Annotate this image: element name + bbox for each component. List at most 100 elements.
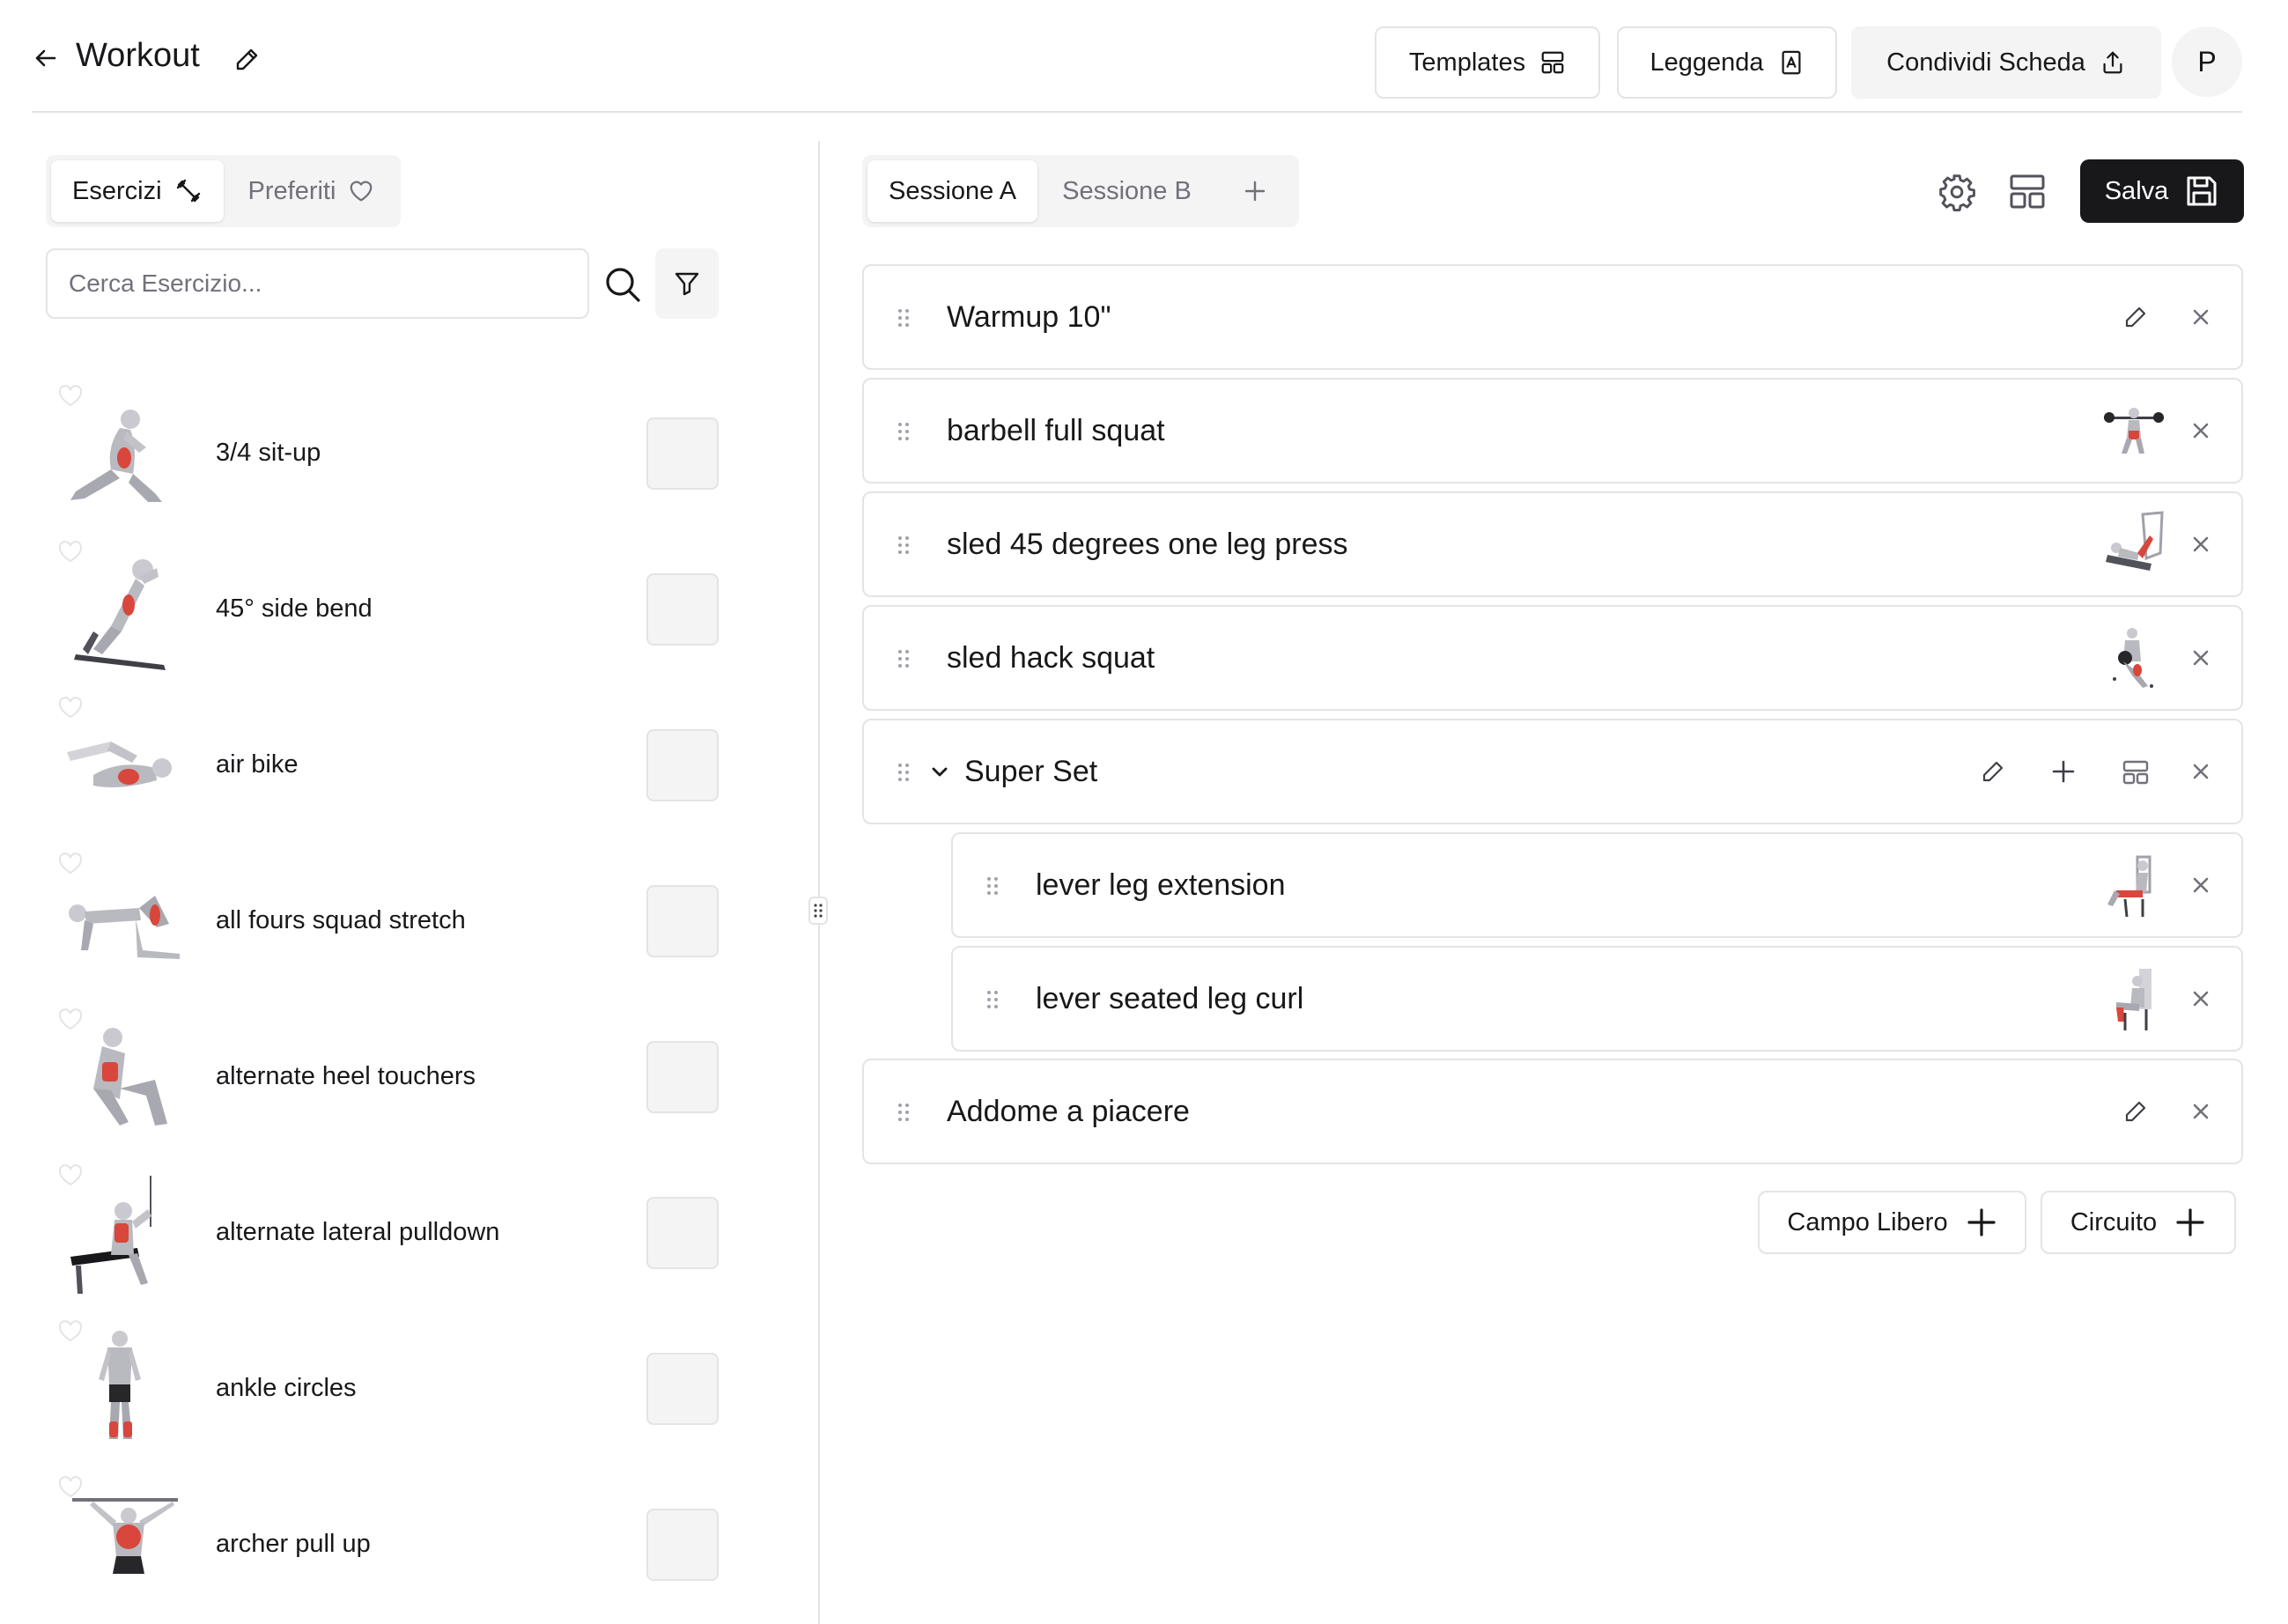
drag-handle-icon[interactable] <box>986 990 999 1009</box>
edit-title-pencil-icon[interactable] <box>232 46 261 74</box>
layout-template-icon[interactable] <box>2122 759 2150 786</box>
exercise-list-item[interactable]: air bike <box>46 687 724 843</box>
select-checkbox[interactable] <box>646 885 719 957</box>
chevron-down-icon[interactable] <box>929 761 950 782</box>
select-checkbox[interactable] <box>646 1041 719 1113</box>
heart-icon <box>348 178 374 204</box>
remove-close-icon[interactable] <box>2190 420 2211 441</box>
edit-pencil-icon[interactable] <box>2123 305 2148 329</box>
drag-handle-icon[interactable] <box>897 422 910 441</box>
session-item-exercise[interactable]: sled hack squat <box>862 605 2243 711</box>
filter-funnel-icon <box>673 269 701 298</box>
session-item-label: Addome a piacere <box>947 1094 1190 1128</box>
remove-close-icon[interactable] <box>2190 1101 2211 1122</box>
select-checkbox[interactable] <box>646 1353 719 1425</box>
share-upload-icon <box>2100 49 2126 76</box>
exercise-thumbnail-lateral-pulldown <box>58 1174 181 1297</box>
session-item-exercise[interactable]: sled 45 degrees one leg press <box>862 491 2243 597</box>
add-to-superset-plus-icon[interactable] <box>2049 757 2078 786</box>
drag-handle-icon[interactable] <box>897 763 910 782</box>
exercise-list-item[interactable]: alternate heel touchers <box>46 999 724 1155</box>
exercise-thumbnail-situp <box>58 395 181 518</box>
remove-close-icon[interactable] <box>2190 647 2211 668</box>
save-button[interactable]: Salva <box>2080 159 2244 223</box>
select-checkbox[interactable] <box>646 417 719 490</box>
resize-handle[interactable] <box>808 897 828 925</box>
share-plan-button-label: Condividi Scheda <box>1886 48 2085 77</box>
drag-handle-icon[interactable] <box>897 535 910 555</box>
select-checkbox[interactable] <box>646 1509 719 1581</box>
exercise-thumbnail-heel-touchers <box>58 1018 181 1141</box>
exercise-list-item[interactable]: all fours squad stretch <box>46 843 724 999</box>
select-checkbox[interactable] <box>646 573 719 646</box>
tab-session-b[interactable]: Sessione B <box>1041 160 1213 222</box>
library-tabs: Esercizi Preferiti <box>46 155 402 227</box>
tab-exercises[interactable]: Esercizi <box>51 160 224 222</box>
exercise-name: archer pull up <box>216 1530 371 1558</box>
exercise-thumbnail-leg-extension <box>2099 850 2169 920</box>
select-checkbox[interactable] <box>646 1197 719 1269</box>
add-circuit-button[interactable]: Circuito <box>2041 1191 2236 1254</box>
user-avatar[interactable]: P <box>2172 26 2242 97</box>
layout-template-icon[interactable] <box>2008 173 2047 211</box>
add-free-field-button[interactable]: Campo Libero <box>1758 1191 2026 1254</box>
session-item-label: sled hack squat <box>947 640 1155 675</box>
select-checkbox[interactable] <box>646 729 719 801</box>
session-item-free-field[interactable]: Addome a piacere <box>862 1059 2243 1164</box>
plus-icon <box>1966 1207 1997 1238</box>
superset-child-exercise[interactable]: lever leg extension <box>951 832 2243 938</box>
exercise-list-item[interactable]: archer pull up <box>46 1466 724 1622</box>
session-item-exercise[interactable]: barbell full squat <box>862 378 2243 484</box>
exercise-thumbnail-leg-press <box>2099 509 2169 579</box>
drag-handle-icon[interactable] <box>897 649 910 668</box>
exercise-list-item[interactable]: 3/4 sit-up <box>46 375 724 531</box>
settings-gear-icon[interactable] <box>1937 173 1976 211</box>
share-plan-button[interactable]: Condividi Scheda <box>1851 26 2161 99</box>
dumbbell-icon <box>174 177 203 205</box>
superset-child-exercise[interactable]: lever seated leg curl <box>951 946 2243 1052</box>
add-session-button[interactable] <box>1216 160 1294 222</box>
drag-handle-icon[interactable] <box>897 308 910 328</box>
remove-close-icon[interactable] <box>2190 534 2211 555</box>
floppy-save-icon <box>2184 173 2219 209</box>
exercise-name: 45° side bend <box>216 594 373 623</box>
session-tabs: Sessione A Sessione B <box>862 155 1299 227</box>
remove-close-icon[interactable] <box>2190 306 2211 328</box>
templates-button[interactable]: Templates <box>1375 26 1600 99</box>
superset-label: Super Set <box>964 754 1098 788</box>
templates-button-label: Templates <box>1408 48 1526 77</box>
exercise-thumbnail-squad-stretch <box>58 862 181 985</box>
back-arrow-icon[interactable] <box>32 44 60 72</box>
drag-handle-icon[interactable] <box>897 1103 910 1122</box>
exercise-list-item[interactable]: ankle circles <box>46 1310 724 1466</box>
book-legend-icon <box>1778 49 1805 76</box>
session-item-free-field[interactable]: Warmup 10" <box>862 264 2243 370</box>
exercise-list-item[interactable]: alternate lateral pulldown <box>46 1155 724 1310</box>
tab-exercises-label: Esercizi <box>72 176 162 205</box>
remove-close-icon[interactable] <box>2190 761 2211 782</box>
exercise-list-item[interactable]: 45° side bend <box>46 531 724 687</box>
session-item-label: lever leg extension <box>1036 867 1286 902</box>
session-item-superset[interactable]: Super Set <box>862 719 2243 824</box>
edit-pencil-icon[interactable] <box>1981 759 2005 784</box>
save-button-label: Salva <box>2104 176 2169 205</box>
remove-close-icon[interactable] <box>2190 875 2211 896</box>
edit-pencil-icon[interactable] <box>2123 1099 2148 1124</box>
search-icon[interactable] <box>604 266 641 303</box>
tab-session-a[interactable]: Sessione A <box>867 160 1038 222</box>
exercise-name: ankle circles <box>216 1374 357 1402</box>
exercise-thumbnail-air-bike <box>58 706 181 830</box>
filter-button[interactable] <box>655 248 719 319</box>
exercise-list: 3/4 sit-up 45° side bend air bike all fo… <box>46 375 724 1622</box>
layout-template-icon <box>1539 49 1566 76</box>
legend-button[interactable]: Leggenda <box>1617 26 1837 99</box>
remove-close-icon[interactable] <box>2190 988 2211 1009</box>
drag-handle-icon[interactable] <box>986 876 999 896</box>
exercise-thumbnail-leg-curl <box>2099 963 2169 1034</box>
exercise-name: 3/4 sit-up <box>216 439 321 467</box>
session-item-label: barbell full squat <box>947 413 1165 447</box>
session-item-label: Warmup 10" <box>947 299 1111 334</box>
exercise-name: alternate heel touchers <box>216 1062 476 1090</box>
tab-favorites[interactable]: Preferiti <box>227 160 396 222</box>
exercise-search-input[interactable] <box>46 248 589 319</box>
